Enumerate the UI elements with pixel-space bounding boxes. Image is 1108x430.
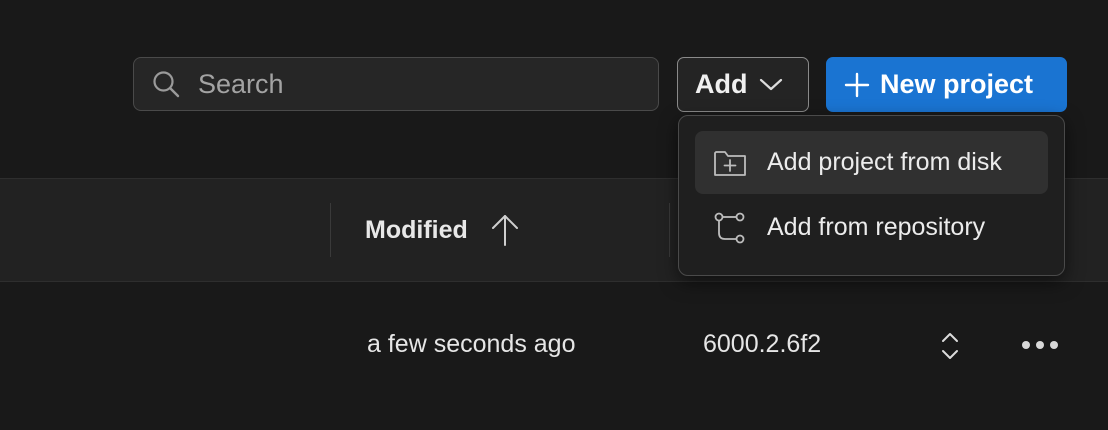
new-project-label: New project [880, 69, 1034, 99]
projects-view: Add New project Modified [0, 0, 1108, 430]
column-divider[interactable] [330, 203, 331, 257]
column-divider[interactable] [669, 203, 670, 257]
plus-icon [844, 72, 870, 98]
menu-item-add-project-from-disk[interactable]: Add project from disk [695, 131, 1048, 194]
table-row[interactable]: a few seconds ago 6000.2.6f2 [0, 281, 1108, 411]
search-box[interactable] [133, 57, 659, 111]
more-options-icon[interactable] [1020, 332, 1060, 358]
new-project-button[interactable]: New project [826, 57, 1067, 112]
folder-plus-icon [713, 146, 747, 180]
editor-version-cell: 6000.2.6f2 [703, 330, 822, 358]
add-dropdown-menu: Add project from disk Add from repositor… [678, 115, 1065, 276]
modified-cell: a few seconds ago [367, 330, 576, 358]
menu-item-add-from-repository[interactable]: Add from repository [695, 196, 1048, 259]
add-button-label: Add [695, 69, 748, 99]
search-icon [150, 68, 182, 100]
search-input[interactable] [196, 57, 658, 111]
column-header-modified[interactable]: Modified [365, 179, 520, 281]
column-header-modified-label: Modified [365, 215, 468, 244]
version-selector-icon[interactable] [936, 327, 964, 365]
menu-item-label: Add from repository [767, 213, 986, 241]
git-branch-icon [713, 211, 747, 245]
sort-ascending-icon [490, 213, 520, 247]
add-button[interactable]: Add [677, 57, 809, 112]
chevron-down-icon [759, 78, 783, 92]
menu-item-label: Add project from disk [767, 148, 1002, 176]
